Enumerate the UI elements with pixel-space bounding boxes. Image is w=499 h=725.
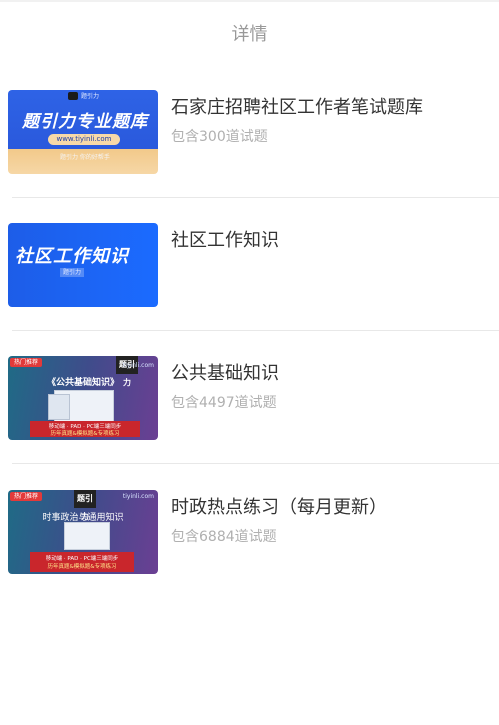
brand-logo-icon — [68, 92, 78, 100]
course-thumbnail[interactable]: 热门推荐 题引力 tiyinli.com 《公共基础知识》 移动端 · PAD … — [8, 356, 158, 440]
thumb-banner: 移动端 · PAD · PC端三端同步 历年真题&模拟题&专项练习 — [30, 552, 134, 572]
banner-line-2: 历年真题&模拟题&专项练习 — [50, 431, 120, 437]
thumb-banner: 移动端 · PAD · PC端三端同步 历年真题&模拟题&专项练习 — [30, 421, 140, 437]
thumb-tag: 题引力 — [60, 268, 84, 277]
item-title[interactable]: 石家庄招聘社区工作者笔试题库 — [171, 93, 423, 119]
item-title[interactable]: 时政热点练习（每月更新） — [171, 493, 387, 519]
course-thumbnail[interactable]: 题引力 题引力专业题库 www.tiyinli.com 题引力 你的好帮手 — [8, 90, 158, 174]
divider — [12, 197, 499, 198]
item-question-count: 包含300道试题 — [171, 129, 268, 145]
thumb-url: tiyinli.com — [122, 362, 154, 369]
divider — [12, 463, 499, 464]
thumb-headline: 题引力专业题库 — [22, 112, 148, 132]
item-title[interactable]: 公共基础知识 — [171, 359, 279, 385]
page-header: 详情 — [0, 0, 499, 60]
item-title[interactable]: 社区工作知识 — [171, 226, 279, 252]
banner-line-2: 历年真题&模拟题&专项练习 — [47, 564, 117, 570]
course-thumbnail[interactable]: 社区工作知识 题引力 — [8, 223, 158, 307]
thumb-logo-text: 题引力 — [81, 93, 100, 100]
thumb-url: tiyinli.com — [122, 493, 154, 500]
device-screen-icon — [64, 522, 110, 550]
list-item[interactable]: 社区工作知识 题引力 社区工作知识 — [0, 223, 499, 357]
list-item[interactable]: 热门推荐 题引力 tiyinli.com 时事政治与通用知识 移动端 · PAD… — [0, 490, 499, 624]
item-question-count: 包含6884道试题 — [171, 529, 277, 545]
hot-badge: 热门推荐 — [10, 492, 43, 501]
list-item[interactable]: 题引力 题引力专业题库 www.tiyinli.com 题引力 你的好帮手 石家… — [0, 90, 499, 224]
brand-logo-icon: 题引力 — [74, 490, 96, 521]
item-question-count: 包含4497道试题 — [171, 395, 277, 411]
thumb-tagline: 题引力 你的好帮手 — [60, 154, 110, 161]
banner-line-1: 移动端 · PAD · PC端三端同步 — [45, 556, 119, 562]
device-phone-icon — [48, 394, 70, 420]
divider — [12, 330, 499, 331]
thumb-headline: 《公共基础知识》 — [46, 378, 119, 388]
thumb-headline: 社区工作知识 — [15, 246, 129, 267]
hot-badge: 热门推荐 — [10, 358, 43, 367]
thumb-url: www.tiyinli.com — [48, 134, 120, 145]
list-item[interactable]: 热门推荐 题引力 tiyinli.com 《公共基础知识》 移动端 · PAD … — [0, 356, 499, 490]
course-thumbnail[interactable]: 热门推荐 题引力 tiyinli.com 时事政治与通用知识 移动端 · PAD… — [8, 490, 158, 574]
page-title: 详情 — [231, 24, 268, 45]
